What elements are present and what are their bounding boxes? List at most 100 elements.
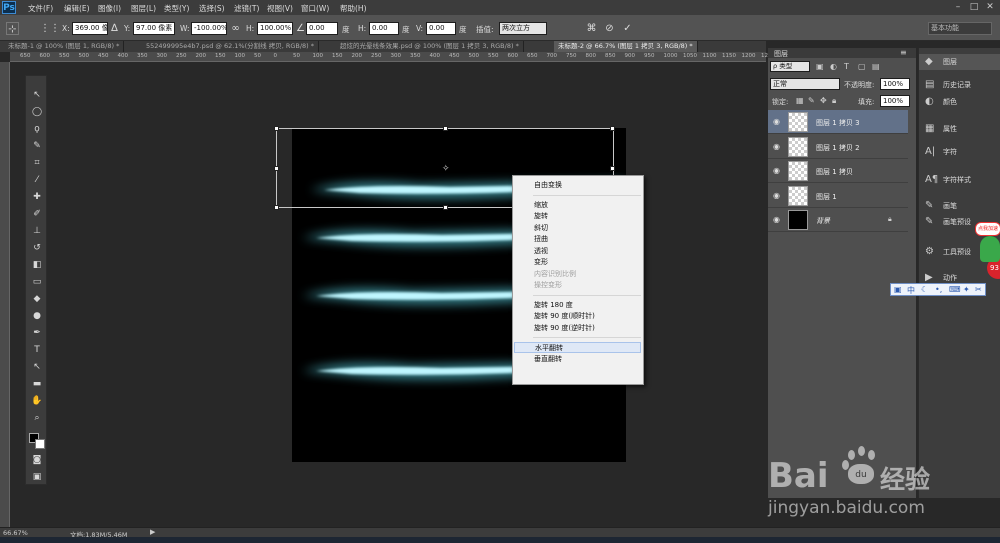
layer-row[interactable]: ◉ 图层 1 拷贝 2: [768, 135, 908, 159]
context-menu-item[interactable]: 旋转: [513, 211, 643, 222]
menu-edit[interactable]: 编辑(E): [64, 3, 90, 14]
transform-handle-tl[interactable]: [274, 126, 279, 131]
layer-row[interactable]: ◉ 图层 1 拷贝: [768, 159, 908, 183]
quick-select-tool-icon[interactable]: ✎: [29, 139, 45, 153]
context-menu-item[interactable]: 缩放: [513, 200, 643, 211]
fill-field[interactable]: 100%: [880, 95, 910, 107]
cancel-transform-icon[interactable]: ⊘: [603, 22, 616, 35]
menu-window[interactable]: 窗口(W): [301, 3, 329, 14]
speedup-bubble[interactable]: 点我加速: [975, 222, 1000, 236]
warp-mode-icon[interactable]: ⌘: [585, 22, 598, 35]
menu-type[interactable]: 类型(Y): [164, 3, 189, 14]
maximize-icon[interactable]: □: [966, 0, 982, 14]
context-menu-item[interactable]: 变形: [513, 257, 643, 268]
menu-layer[interactable]: 图层(L): [131, 3, 156, 14]
y-field[interactable]: 97.00 像素: [133, 22, 175, 35]
dock-item-history[interactable]: ▤ 历史记录: [919, 77, 1000, 93]
dock-item-character-styles[interactable]: A¶ 字符样式: [919, 172, 1000, 188]
commit-transform-icon[interactable]: ✓: [621, 22, 634, 35]
screen-mode-icon[interactable]: ▣: [29, 470, 45, 484]
context-menu-item[interactable]: 自由变换: [513, 180, 643, 191]
transform-handle-r[interactable]: [610, 166, 615, 171]
panel-menu-icon[interactable]: ≡: [900, 48, 907, 57]
transform-handle-l[interactable]: [274, 166, 279, 171]
dock-item-properties[interactable]: ▦ 属性: [919, 121, 1000, 137]
filter-smart-icon[interactable]: ▤: [872, 62, 880, 71]
visibility-eye-icon[interactable]: ◉: [773, 166, 780, 175]
menu-file[interactable]: 文件(F): [28, 3, 53, 14]
filter-pixel-icon[interactable]: ▣: [816, 62, 824, 71]
type-tool-icon[interactable]: T: [29, 343, 45, 357]
context-menu-item[interactable]: 垂直翻转: [513, 354, 643, 365]
layer-row[interactable]: ◉ 图层 1: [768, 184, 908, 208]
reference-point-icon[interactable]: ⋮⋮: [40, 22, 60, 35]
shape-tool-icon[interactable]: ▬: [29, 377, 45, 391]
blend-mode-select[interactable]: 正常: [770, 78, 840, 90]
tab-doc-3[interactable]: 超炫的光晕线条效果.psd @ 100% (图层 1 拷贝 3, RGB/8) …: [336, 41, 524, 52]
link-icon[interactable]: ∞: [229, 22, 242, 35]
filter-type-icon[interactable]: T: [844, 62, 849, 71]
ime-settings-icon[interactable]: ✦: [963, 285, 970, 294]
ime-tools-icon[interactable]: ✂: [975, 285, 982, 294]
lock-transparent-icon[interactable]: ▦: [796, 96, 804, 105]
background-color-swatch[interactable]: [35, 439, 45, 449]
context-menu-item[interactable]: 旋转 180 度: [513, 300, 643, 311]
minimize-icon[interactable]: –: [950, 0, 966, 14]
menu-view[interactable]: 视图(V): [267, 3, 293, 14]
visibility-eye-icon[interactable]: ◉: [773, 117, 780, 126]
menu-filter[interactable]: 滤镜(T): [234, 3, 259, 14]
path-select-tool-icon[interactable]: ↖: [29, 360, 45, 374]
filter-shape-icon[interactable]: ▢: [858, 62, 866, 71]
layer-row[interactable]: ◉ 图层 1 拷贝 3: [768, 110, 908, 134]
transform-center-icon[interactable]: ✧: [442, 164, 450, 174]
menu-select[interactable]: 选择(S): [199, 3, 225, 14]
hand-tool-icon[interactable]: ✋: [29, 394, 45, 408]
context-menu-item[interactable]: 水平翻转: [514, 342, 641, 353]
history-brush-tool-icon[interactable]: ↺: [29, 241, 45, 255]
ime-punct-icon[interactable]: •,: [935, 285, 942, 294]
dock-item-brush[interactable]: ✎ 画笔: [919, 198, 1000, 214]
interpolation-select[interactable]: 两次立方: [499, 22, 547, 35]
ime-mode-label[interactable]: 中: [907, 285, 915, 296]
menu-help[interactable]: 帮助(H): [340, 3, 367, 14]
tool-preset-icon[interactable]: ⊹: [6, 22, 19, 35]
dock-item-layers[interactable]: ◆ 图层: [919, 54, 1000, 70]
layer-kind-filter[interactable]: ρ 类型: [770, 61, 810, 72]
ime-keyboard-icon[interactable]: ⌨: [949, 285, 961, 294]
blur-tool-icon[interactable]: ◆: [29, 292, 45, 306]
angle-field[interactable]: 0.00: [306, 22, 338, 35]
eyedropper-tool-icon[interactable]: ⁄: [29, 173, 45, 187]
lock-all-icon[interactable]: 🔒︎: [832, 96, 836, 106]
tab-doc-4[interactable]: 未标题-2 @ 66.7% (图层 1 拷贝 3, RGB/8) *: [554, 41, 698, 52]
eraser-tool-icon[interactable]: ◧: [29, 258, 45, 272]
vskew-field[interactable]: 0.00: [426, 22, 456, 35]
tab-doc-1[interactable]: 未标题-1 @ 100% (图层 1, RGB/8) *: [4, 41, 125, 52]
healing-brush-tool-icon[interactable]: ✚: [29, 190, 45, 204]
quick-mask-icon[interactable]: ◙: [29, 453, 45, 467]
move-tool-icon[interactable]: ↖: [29, 88, 45, 102]
brush-tool-icon[interactable]: ✐: [29, 207, 45, 221]
opacity-field[interactable]: 100%: [880, 78, 910, 90]
transform-handle-t[interactable]: [443, 126, 448, 131]
transform-handle-bl[interactable]: [274, 205, 279, 210]
hskew-field[interactable]: 0.00: [369, 22, 399, 35]
dodge-tool-icon[interactable]: ●: [29, 309, 45, 323]
x-field[interactable]: 369.00 像素: [72, 22, 108, 35]
layer-row[interactable]: ◉ 背景 🔒︎: [768, 208, 908, 232]
filter-adjustment-icon[interactable]: ◐: [830, 62, 837, 71]
lasso-tool-icon[interactable]: ϙ: [29, 122, 45, 136]
ime-moon-icon[interactable]: ☾: [921, 285, 928, 294]
context-menu-item[interactable]: 透视: [513, 246, 643, 257]
context-menu-item[interactable]: 旋转 90 度(顺时针): [513, 311, 643, 322]
pen-tool-icon[interactable]: ✒: [29, 326, 45, 340]
context-menu-item[interactable]: 旋转 90 度(逆时针): [513, 323, 643, 334]
crop-tool-icon[interactable]: ⌗: [29, 156, 45, 170]
zoom-tool-icon[interactable]: ⌕: [29, 411, 45, 425]
relative-position-icon[interactable]: ∆: [108, 22, 121, 35]
lock-pixels-icon[interactable]: ✎: [808, 96, 815, 105]
dock-item-character[interactable]: A| 字符: [919, 144, 1000, 160]
workspace-select[interactable]: 基本功能: [928, 22, 992, 35]
close-icon[interactable]: ✕: [982, 0, 998, 14]
clone-stamp-tool-icon[interactable]: ⊥: [29, 224, 45, 238]
context-menu-item[interactable]: 斜切: [513, 223, 643, 234]
